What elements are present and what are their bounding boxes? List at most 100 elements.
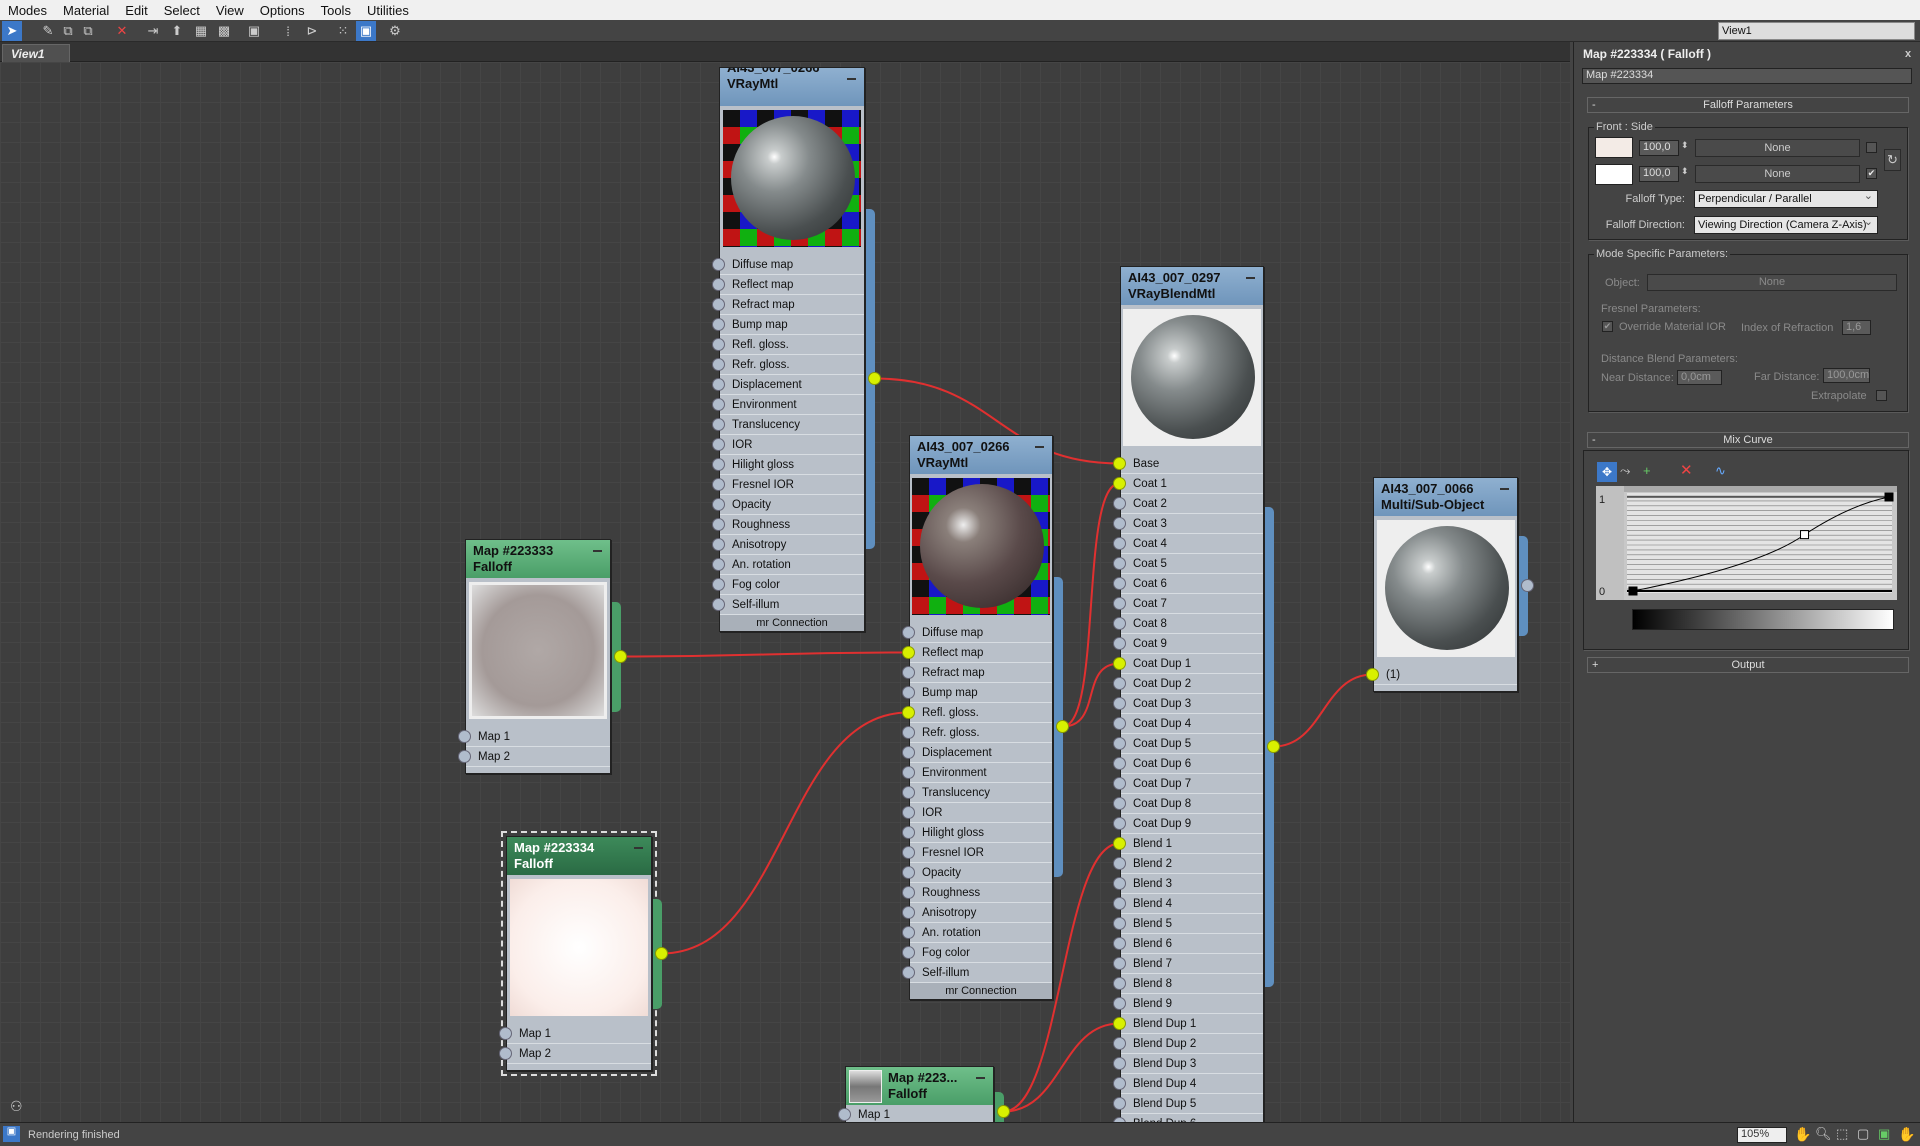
input-slot[interactable]: Blend Dup 6 — [1113, 1114, 1263, 1122]
input-socket[interactable] — [902, 826, 915, 839]
node-header[interactable]: Map #223... Falloff — [846, 1067, 993, 1105]
input-socket[interactable] — [1113, 937, 1126, 950]
material-map-navigator-icon[interactable]: ⚙ — [385, 21, 405, 41]
input-socket[interactable] — [1113, 997, 1126, 1010]
input-socket[interactable] — [1113, 797, 1126, 810]
input-slot[interactable]: Coat 1 — [1113, 474, 1263, 494]
input-slot[interactable]: Coat 5 — [1113, 554, 1263, 574]
input-slot[interactable]: Blend 8 — [1113, 974, 1263, 994]
menu-view[interactable]: View — [208, 3, 252, 18]
minimize-icon[interactable] — [847, 78, 856, 80]
background-icon[interactable]: ▦ — [191, 21, 211, 41]
input-socket[interactable] — [1113, 757, 1126, 770]
input-slot[interactable]: Hilight gloss — [902, 823, 1052, 843]
input-socket[interactable] — [902, 806, 915, 819]
input-slot[interactable]: Anisotropy — [712, 535, 864, 555]
extrapolate-checkbox[interactable] — [1876, 390, 1887, 401]
input-socket[interactable] — [1113, 657, 1126, 670]
input-socket[interactable] — [712, 598, 725, 611]
input-socket[interactable] — [1113, 717, 1126, 730]
input-slot[interactable]: Fog color — [902, 943, 1052, 963]
input-slot[interactable]: Map 1 — [458, 727, 610, 747]
tab-view1[interactable]: View1 — [2, 44, 70, 62]
menu-utilities[interactable]: Utilities — [359, 3, 417, 18]
node-header[interactable]: AI43_007_0297 VRayBlendMtl — [1121, 267, 1263, 305]
input-socket[interactable] — [712, 458, 725, 471]
curve-point[interactable] — [1800, 530, 1810, 540]
input-slot[interactable]: Refract map — [902, 663, 1052, 683]
zoom-icon[interactable]: 🔍︎ — [1815, 1126, 1832, 1142]
input-socket[interactable] — [1113, 777, 1126, 790]
spinner-arrows-icon[interactable]: ⬍ — [1681, 140, 1689, 151]
input-slot[interactable]: Coat Dup 6 — [1113, 754, 1263, 774]
near-distance-spinner[interactable]: 0,0cm — [1677, 370, 1722, 385]
input-slot[interactable]: Translucency — [902, 783, 1052, 803]
input-slot[interactable]: Coat Dup 7 — [1113, 774, 1263, 794]
output-socket[interactable] — [1056, 720, 1069, 733]
input-slot[interactable]: Bump map — [902, 683, 1052, 703]
input-slot[interactable]: Coat Dup 8 — [1113, 794, 1263, 814]
node-multi-0066[interactable]: AI43_007_0066 Multi/Sub-Object (1) — [1366, 477, 1534, 692]
input-socket[interactable] — [1113, 1057, 1126, 1070]
menu-options[interactable]: Options — [252, 3, 313, 18]
input-socket[interactable] — [902, 886, 915, 899]
menu-modes[interactable]: Modes — [0, 3, 55, 18]
move-point-icon[interactable]: ✥ — [1597, 462, 1617, 482]
spinner-arrows-icon[interactable]: ⬍ — [1681, 166, 1689, 177]
input-socket[interactable] — [902, 726, 915, 739]
input-slot[interactable]: Map 2 — [499, 1044, 651, 1064]
input-slot[interactable]: Blend 9 — [1113, 994, 1263, 1014]
select-arrow-icon[interactable]: ➤ — [2, 21, 22, 41]
input-slot[interactable]: Blend Dup 4 — [1113, 1074, 1263, 1094]
side-color-swatch[interactable] — [1595, 164, 1633, 185]
input-slot[interactable]: Blend Dup 3 — [1113, 1054, 1263, 1074]
eyedropper-icon[interactable]: ✎ — [38, 21, 58, 41]
input-socket[interactable] — [458, 730, 471, 743]
input-socket[interactable] — [499, 1047, 512, 1060]
input-socket[interactable] — [712, 558, 725, 571]
input-slot[interactable]: Translucency — [712, 415, 864, 435]
input-slot[interactable]: Coat 3 — [1113, 514, 1263, 534]
input-slot[interactable]: Reflect map — [902, 643, 1052, 663]
mix-curve-rollout[interactable]: - Mix Curve — [1587, 432, 1909, 448]
input-slot[interactable]: Coat 9 — [1113, 634, 1263, 654]
input-slot[interactable]: Roughness — [712, 515, 864, 535]
input-slot[interactable]: Coat Dup 9 — [1113, 814, 1263, 834]
falloff-type-dropdown[interactable]: Perpendicular / Parallel — [1694, 188, 1878, 208]
input-socket[interactable] — [712, 418, 725, 431]
mr-connection-footer[interactable]: mr Connection — [720, 615, 864, 631]
input-socket[interactable] — [712, 298, 725, 311]
input-slot[interactable]: Displacement — [712, 375, 864, 395]
node-vraymtl-top[interactable]: AI43_007_0266VRayMtl Diffuse map Reflect m… — [712, 67, 881, 632]
input-slot[interactable]: Opacity — [712, 495, 864, 515]
falloff-parameters-rollout[interactable]: - Falloff Parameters — [1587, 97, 1909, 113]
input-slot[interactable]: Roughness — [902, 883, 1052, 903]
zoom-region-icon[interactable]: ⬚ — [1836, 1126, 1848, 1142]
view-dropdown[interactable]: View1 — [1718, 22, 1915, 40]
input-slot[interactable]: Refl. gloss. — [712, 335, 864, 355]
input-socket[interactable] — [902, 966, 915, 979]
input-socket[interactable] — [902, 646, 915, 659]
mr-connection-footer[interactable]: mr Connection — [910, 983, 1052, 999]
input-slot[interactable]: (1) — [1366, 665, 1517, 685]
far-distance-spinner[interactable]: 100,0cm — [1823, 368, 1870, 383]
input-slot[interactable]: IOR — [712, 435, 864, 455]
node-falloff-223334[interactable]: Map #223334 Falloff Map 1 Map 2 — [499, 831, 668, 1076]
input-socket[interactable] — [458, 750, 471, 763]
input-socket[interactable] — [712, 498, 725, 511]
input-socket[interactable] — [902, 766, 915, 779]
input-socket[interactable] — [712, 258, 725, 271]
input-slot[interactable]: IOR — [902, 803, 1052, 823]
menu-edit[interactable]: Edit — [117, 3, 155, 18]
input-slot[interactable]: Coat Dup 4 — [1113, 714, 1263, 734]
input-slot[interactable]: Opacity — [902, 863, 1052, 883]
input-socket[interactable] — [1113, 917, 1126, 930]
pan-icon[interactable]: ✋ — [1794, 1126, 1811, 1143]
node-view-canvas[interactable]: AI43_007_0266VRayMtlDiffuse mapReflect m… — [0, 62, 1570, 1122]
output-socket[interactable] — [1267, 740, 1280, 753]
input-slot[interactable]: Blend 6 — [1113, 934, 1263, 954]
delete-point-icon[interactable]: ✕ — [1680, 461, 1693, 479]
input-socket[interactable] — [1113, 857, 1126, 870]
input-socket[interactable] — [1113, 1017, 1126, 1030]
input-socket[interactable] — [712, 398, 725, 411]
